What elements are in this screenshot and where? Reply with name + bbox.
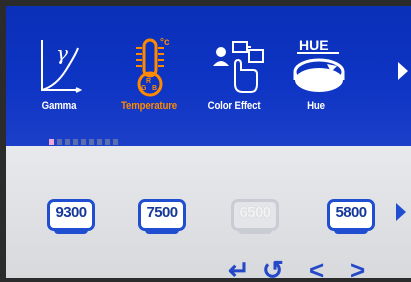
preset-9300-button[interactable]: 9300	[47, 199, 95, 234]
menu-label-gamma: Gamma	[41, 100, 77, 112]
menu-scroll-right-icon[interactable]	[398, 62, 408, 80]
page-dot	[65, 139, 70, 145]
thermometer-icon: R G B °c	[136, 37, 170, 97]
preset-7500-button[interactable]: 7500	[138, 199, 186, 234]
preset-6500-button: 6500	[231, 199, 279, 234]
hue-icon: HUE	[293, 37, 345, 92]
preset-label: 7500	[146, 204, 179, 221]
back-icon[interactable]: ↺	[262, 255, 284, 278]
page-dot	[113, 139, 118, 145]
menu-label-hue: Hue	[307, 100, 325, 112]
preset-panel: 9300 7500 6500 5800 ↵ ↺ < >	[6, 146, 411, 278]
svg-text:B: B	[152, 85, 157, 92]
enter-icon[interactable]: ↵	[228, 255, 250, 278]
preset-5800-button[interactable]: 5800	[327, 199, 375, 234]
page-dot	[81, 139, 86, 145]
page-dot	[57, 139, 62, 145]
page-dot	[89, 139, 94, 145]
hue-symbol: HUE	[299, 37, 329, 53]
color-effect-icon	[213, 41, 264, 93]
menu-panel: γ Gamma R G B °c Temperature Color Effec…	[6, 6, 411, 146]
preset-label: 5800	[335, 204, 368, 221]
page-dot	[97, 139, 102, 145]
preset-scroll-right-icon[interactable]	[396, 203, 406, 221]
menu-label-temperature: Temperature	[121, 100, 177, 112]
gamma-symbol: γ	[56, 41, 68, 65]
page-dot	[73, 139, 78, 145]
page-dot	[49, 139, 54, 145]
svg-text:R: R	[146, 78, 151, 85]
right-icon[interactable]: >	[350, 255, 365, 278]
page-indicator	[49, 139, 118, 145]
menu-label-color-effect: Color Effect	[207, 100, 261, 112]
preset-label: 9300	[55, 204, 88, 221]
gamma-curve-icon: γ	[41, 40, 82, 93]
left-icon[interactable]: <	[309, 255, 324, 278]
svg-text:G: G	[141, 85, 147, 92]
celsius-symbol: °c	[160, 37, 170, 48]
preset-label: 6500	[239, 204, 272, 221]
osd-screen: γ Gamma R G B °c Temperature Color Effec…	[6, 6, 411, 278]
page-dot	[105, 139, 110, 145]
